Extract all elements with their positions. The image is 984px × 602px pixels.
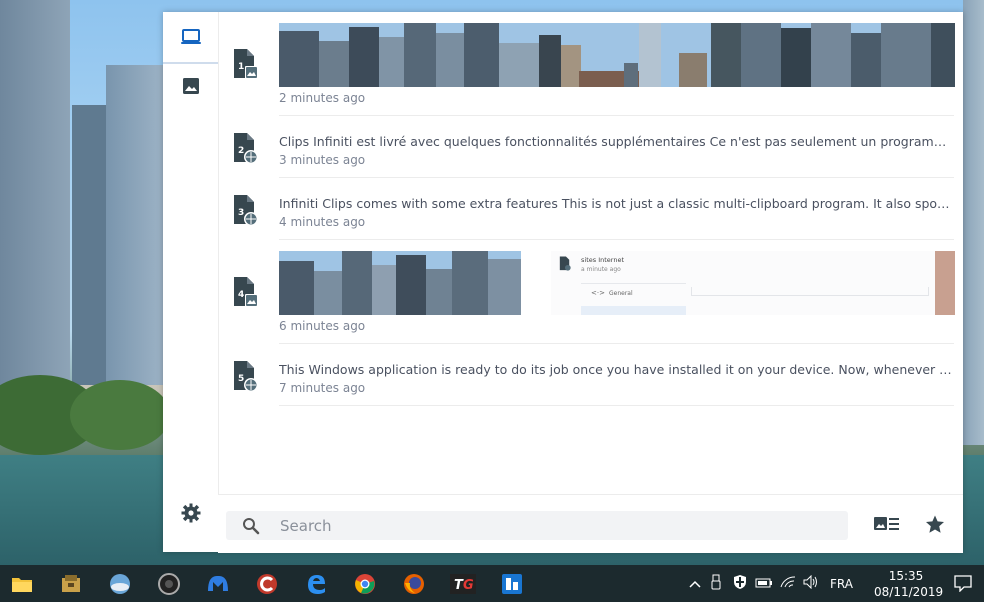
battery-icon[interactable] [752, 576, 776, 591]
gear-icon [181, 503, 201, 527]
screenshot-preview: sites Internet a minute ago <·> General [551, 251, 955, 315]
file-web-icon: 2 [232, 132, 258, 164]
clock-time: 15:35 [888, 569, 924, 583]
clip-number: 1 [238, 62, 245, 72]
file-image-icon: 4 [232, 276, 258, 308]
clip-timestamp: 2 minutes ago [279, 91, 366, 105]
preview-subtitle: a minute ago [581, 266, 621, 273]
clip-number: 2 [238, 146, 245, 156]
taskbar: TG FRA 15:35 08/11/2019 [0, 565, 984, 602]
sidebar-item-images[interactable] [163, 65, 218, 111]
usb-icon[interactable] [704, 574, 728, 593]
list-item[interactable]: 5 This Windows application is ready to d… [218, 344, 963, 406]
wifi-icon[interactable] [776, 575, 800, 592]
svg-text:G: G [463, 578, 474, 593]
clipboard-manager-window: 1 2 minutes ago 2 Clips Infiniti est liv… [163, 12, 963, 553]
laptop-icon [180, 28, 202, 50]
file-explorer-icon[interactable] [8, 570, 36, 598]
clip-number: 3 [238, 208, 245, 218]
favorites-button[interactable] [922, 513, 948, 539]
clip-text: Infiniti Clips comes with some extra fea… [279, 196, 954, 211]
list-item[interactable]: 4 sites Internet a minute ago <·> Genera… [218, 240, 963, 344]
clip-timestamp: 7 minutes ago [279, 381, 366, 395]
language-indicator[interactable]: FRA [830, 577, 853, 591]
view-toggle-icon [874, 516, 900, 536]
tg-icon[interactable]: TG [449, 570, 477, 598]
star-icon [925, 515, 945, 538]
clip-text: This Windows application is ready to do … [279, 362, 954, 377]
view-toggle-button[interactable] [874, 513, 900, 539]
file-image-icon: 1 [232, 48, 258, 80]
clip-number: 4 [238, 290, 245, 300]
settings-button[interactable] [163, 492, 218, 538]
bottom-bar [218, 494, 963, 553]
sidebar-item-device[interactable] [163, 16, 218, 64]
shield-icon[interactable] [728, 574, 752, 593]
file-web-icon: 3 [232, 194, 258, 226]
system-tray: FRA [686, 565, 853, 602]
clip-timestamp: 6 minutes ago [279, 319, 366, 333]
clock-date: 08/11/2019 [874, 585, 944, 599]
preview-title: sites Internet [581, 256, 625, 264]
edge-icon[interactable] [302, 570, 330, 598]
clip-timestamp: 4 minutes ago [279, 215, 366, 229]
chevron-up-icon[interactable] [686, 577, 704, 591]
notification-icon[interactable] [954, 574, 972, 596]
search-icon [242, 517, 260, 535]
clip-list: 1 2 minutes ago 2 Clips Infiniti est liv… [218, 12, 963, 494]
malwarebytes-icon[interactable] [204, 570, 232, 598]
search-input[interactable] [278, 515, 802, 536]
app-icon[interactable] [498, 570, 526, 598]
chrome-icon[interactable] [351, 570, 379, 598]
file-web-icon: 5 [232, 360, 258, 392]
archive-icon[interactable] [57, 570, 85, 598]
ccleaner-icon[interactable] [253, 570, 281, 598]
clip-timestamp: 3 minutes ago [279, 153, 366, 167]
clock[interactable]: 15:35 08/11/2019 [874, 568, 944, 600]
firefox-icon[interactable] [400, 570, 428, 598]
list-item[interactable]: 1 2 minutes ago [218, 22, 963, 116]
image-icon [182, 77, 200, 99]
clip-number: 5 [238, 374, 245, 384]
sidebar [163, 12, 219, 552]
weather-icon[interactable] [106, 570, 134, 598]
clip-text: Clips Infiniti est livré avec quelques f… [279, 134, 954, 149]
clip-image-thumbnail [279, 23, 955, 87]
preview-menu-item: General [609, 290, 633, 297]
webcam-icon[interactable] [155, 570, 183, 598]
volume-icon[interactable] [800, 574, 822, 592]
list-item[interactable]: 2 Clips Infiniti est livré avec quelques… [218, 116, 963, 178]
search-box [226, 511, 848, 540]
list-item[interactable]: 3 Infiniti Clips comes with some extra f… [218, 178, 963, 240]
clip-image-thumbnail: sites Internet a minute ago <·> General [279, 251, 955, 315]
